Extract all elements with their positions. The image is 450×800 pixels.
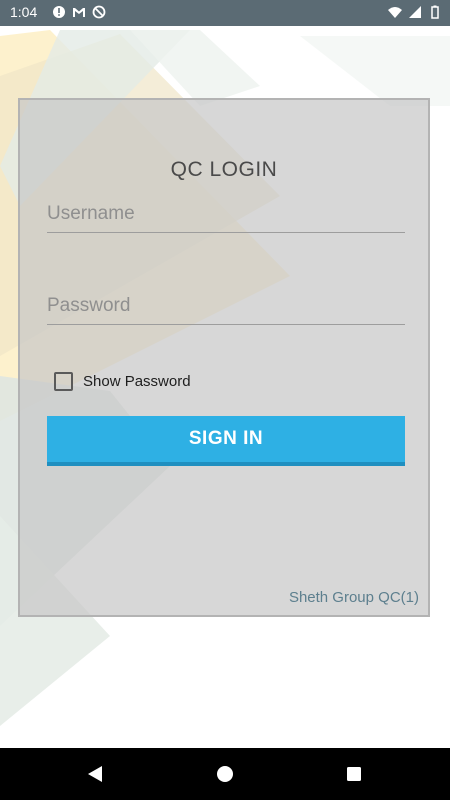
system-icons bbox=[388, 5, 442, 19]
signal-icon bbox=[409, 6, 421, 18]
alert-circle-icon bbox=[53, 6, 65, 18]
show-password-checkbox[interactable] bbox=[54, 372, 73, 391]
home-icon[interactable] bbox=[214, 763, 236, 785]
wifi-icon bbox=[388, 7, 402, 18]
password-input[interactable] bbox=[47, 288, 405, 325]
sync-disabled-icon bbox=[92, 5, 106, 19]
gmail-icon bbox=[73, 8, 85, 17]
show-password-row[interactable]: Show Password bbox=[54, 372, 191, 391]
navigation-bar bbox=[0, 748, 450, 800]
app-footer-label: Sheth Group QC(1) bbox=[288, 589, 419, 606]
recents-icon[interactable] bbox=[343, 763, 365, 785]
login-title: QC LOGIN bbox=[170, 158, 278, 181]
sign-in-button[interactable]: SIGN IN bbox=[47, 416, 405, 466]
status-bar: 1:04 bbox=[0, 0, 450, 26]
battery-icon bbox=[431, 5, 439, 19]
notification-icons bbox=[52, 5, 106, 19]
status-time: 1:04 bbox=[10, 4, 38, 20]
back-icon[interactable] bbox=[84, 763, 106, 785]
show-password-label[interactable]: Show Password bbox=[83, 373, 191, 390]
login-card: QC LOGIN Show Password SIGN IN Sheth Gro… bbox=[18, 98, 430, 617]
username-input[interactable] bbox=[47, 196, 405, 233]
